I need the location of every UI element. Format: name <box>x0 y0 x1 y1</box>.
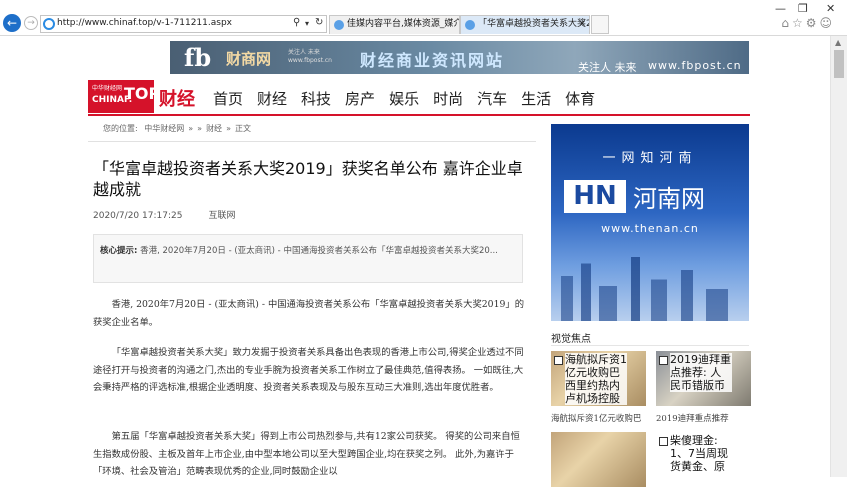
tab-label: 「华富卓越投资者关系大奖2... <box>478 19 590 29</box>
article-paragraph: 「华富卓越投资者关系大奖」致力发掘于投资者关系具备出色表现的香港上市公司,得奖企… <box>93 347 524 393</box>
dropdown-icon[interactable]: ▾ <box>305 19 309 28</box>
back-arrow-icon[interactable]: ← <box>3 14 21 32</box>
banner-center-text: 财经商业资讯网站 <box>360 51 505 70</box>
nav-divider <box>88 114 750 116</box>
banner-small-line2: www.fbpost.cn <box>288 57 332 64</box>
scroll-up-icon[interactable]: ▲ <box>835 38 841 47</box>
address-bar[interactable]: http://www.chinaf.top/v-1-711211.aspx ⚲ … <box>40 15 327 33</box>
breadcrumb-sep: » <box>197 124 203 133</box>
ad-tagline: 一网知河南 <box>602 151 698 166</box>
focus-caption: 柴傻理金: 1、7当周现货黄金、原 <box>670 434 732 473</box>
tab-jiamei[interactable]: 佳媒内容平台,媒体资源_媒介资... <box>329 15 460 34</box>
focus-caption: 海航拟斥资1亿元收购巴西里约热内卢机场控股 <box>565 353 627 405</box>
breadcrumb-prefix: 您的位置: <box>103 124 141 133</box>
nav-item-fashion[interactable]: 时尚 <box>433 88 463 109</box>
ie-logo-icon <box>43 18 55 30</box>
banner-small-text: 关注人 未来 www.fbpost.cn <box>288 49 332 65</box>
refresh-icon[interactable]: ↻ <box>315 17 323 28</box>
tab-label: 佳媒内容平台,媒体资源_媒介资... <box>347 19 459 29</box>
nav-item-life[interactable]: 生活 <box>521 88 551 109</box>
article-summary: 核心提示: 香港, 2020年7月20日 - (亚太商讯) - 中国通海投资者关… <box>93 234 523 283</box>
nav-item-home[interactable]: 首页 <box>213 88 243 109</box>
tab-favicon-icon <box>334 20 344 30</box>
nav-item-auto[interactable]: 汽车 <box>477 88 507 109</box>
nav-item-tech[interactable]: 科技 <box>301 88 331 109</box>
focus-caption: 2019迪拜重点推荐: 人民币错版币 <box>670 353 732 392</box>
logo-channel-name: 财经 <box>159 89 195 110</box>
breadcrumb-home[interactable]: 中华财经网 <box>144 124 184 133</box>
city-skyline-image <box>551 257 749 321</box>
close-tab-icon[interactable]: × <box>578 16 586 33</box>
forward-arrow-icon[interactable]: → <box>24 16 38 30</box>
ad-hn-logo: HN <box>564 180 626 213</box>
ad-url: www.thenan.cn <box>601 222 699 235</box>
article-paragraph: 第五届「华富卓越投资者关系大奖」得到上市公司热烈参与,共有12家公司获奖。 得奖… <box>93 431 520 477</box>
banner-slogan: 关注人 未来 <box>578 61 637 74</box>
focus-image[interactable]: 海航拟斥资1亿元收购巴西里约热内卢机场控股 <box>551 351 646 406</box>
banner-small-line1: 关注人 未来 <box>288 49 320 56</box>
visual-focus-title: 视觉焦点 <box>551 334 591 345</box>
banner-fb-logo: fb <box>184 43 212 72</box>
browser-chrome: ← → http://www.chinaf.top/v-1-711211.asp… <box>0 0 847 36</box>
article-date: 2020/7/20 17:17:25 <box>93 211 183 221</box>
focus-label[interactable]: 2019迪拜重点推荐 <box>656 412 729 424</box>
nav-item-sports[interactable]: 体育 <box>565 88 595 109</box>
toolbar-icons[interactable]: ⌂☆⚙☺ <box>781 16 835 30</box>
nav-item-ent[interactable]: 娱乐 <box>389 88 419 109</box>
focus-image[interactable]: 柴傻理金: 1、7当周现货黄金、原 <box>656 432 751 487</box>
nav-item-house[interactable]: 房产 <box>345 88 375 109</box>
breadcrumb-divider <box>88 141 536 142</box>
focus-image[interactable]: 2019迪拜重点推荐: 人民币错版币 <box>656 351 751 406</box>
search-icon[interactable]: ⚲ <box>293 17 300 28</box>
logo-big: TOP <box>124 84 161 103</box>
tab-article[interactable]: 「华富卓越投资者关系大奖2... × <box>460 15 590 34</box>
section-divider <box>551 345 749 346</box>
top-banner-ad[interactable]: fb 财商网 关注人 未来 www.fbpost.cn 财经商业资讯网站 关注人… <box>170 41 749 74</box>
minimize-button[interactable]: — <box>775 2 786 15</box>
vertical-scrollbar[interactable]: ▲ <box>830 36 847 477</box>
maximize-button[interactable]: ❐ <box>798 2 808 15</box>
scroll-thumb[interactable] <box>834 50 844 78</box>
site-logo[interactable]: 中华财经网 CHINAF. TOP <box>88 80 160 113</box>
ad-name: 河南网 <box>633 185 705 213</box>
logo-line1: 中华财经网 <box>92 85 123 92</box>
article-source: 互联网 <box>208 211 236 221</box>
breadcrumb-sep: » <box>188 124 194 133</box>
banner-site: www.fbpost.cn <box>648 59 742 72</box>
article-paragraph: 香港, 2020年7月20日 - (亚太商讯) - 中国通海投资者关系公布「华富… <box>93 299 525 328</box>
focus-image[interactable] <box>551 432 646 487</box>
image-icon <box>659 356 668 365</box>
banner-brand: 财商网 <box>226 50 272 68</box>
url-text[interactable]: http://www.chinaf.top/v-1-711211.aspx <box>57 18 232 28</box>
tab-favicon-icon <box>465 20 475 30</box>
nav-item-finance[interactable]: 财经 <box>257 88 287 109</box>
breadcrumb-sep: » <box>226 124 231 133</box>
main-nav: 首页 财经 科技 房产 娱乐 时尚 汽车 生活 体育 <box>213 88 609 109</box>
image-icon <box>554 356 563 365</box>
image-icon <box>659 437 668 446</box>
summary-text: 香港, 2020年7月20日 - (亚太商讯) - 中国通海投资者关系公布「华富… <box>140 246 498 256</box>
article-title: 「华富卓越投资者关系大奖2019」获奖名单公布 嘉许企业卓越成就 <box>93 159 523 199</box>
henan-ad[interactable]: 一网知河南 HN 河南网 www.thenan.cn <box>551 124 749 321</box>
article-meta: 2020/7/20 17:17:25 互联网 <box>93 208 235 221</box>
breadcrumb: 您的位置: 中华财经网»» 财经» 正文 <box>103 123 255 134</box>
new-tab-button[interactable] <box>591 15 609 34</box>
close-window-button[interactable]: ✕ <box>826 2 835 15</box>
summary-label: 核心提示: <box>100 246 138 256</box>
focus-label[interactable]: 海航拟斥资1亿元收购巴 <box>551 412 641 424</box>
breadcrumb-current: 正文 <box>234 124 251 133</box>
breadcrumb-section[interactable]: 财经 <box>206 124 222 133</box>
